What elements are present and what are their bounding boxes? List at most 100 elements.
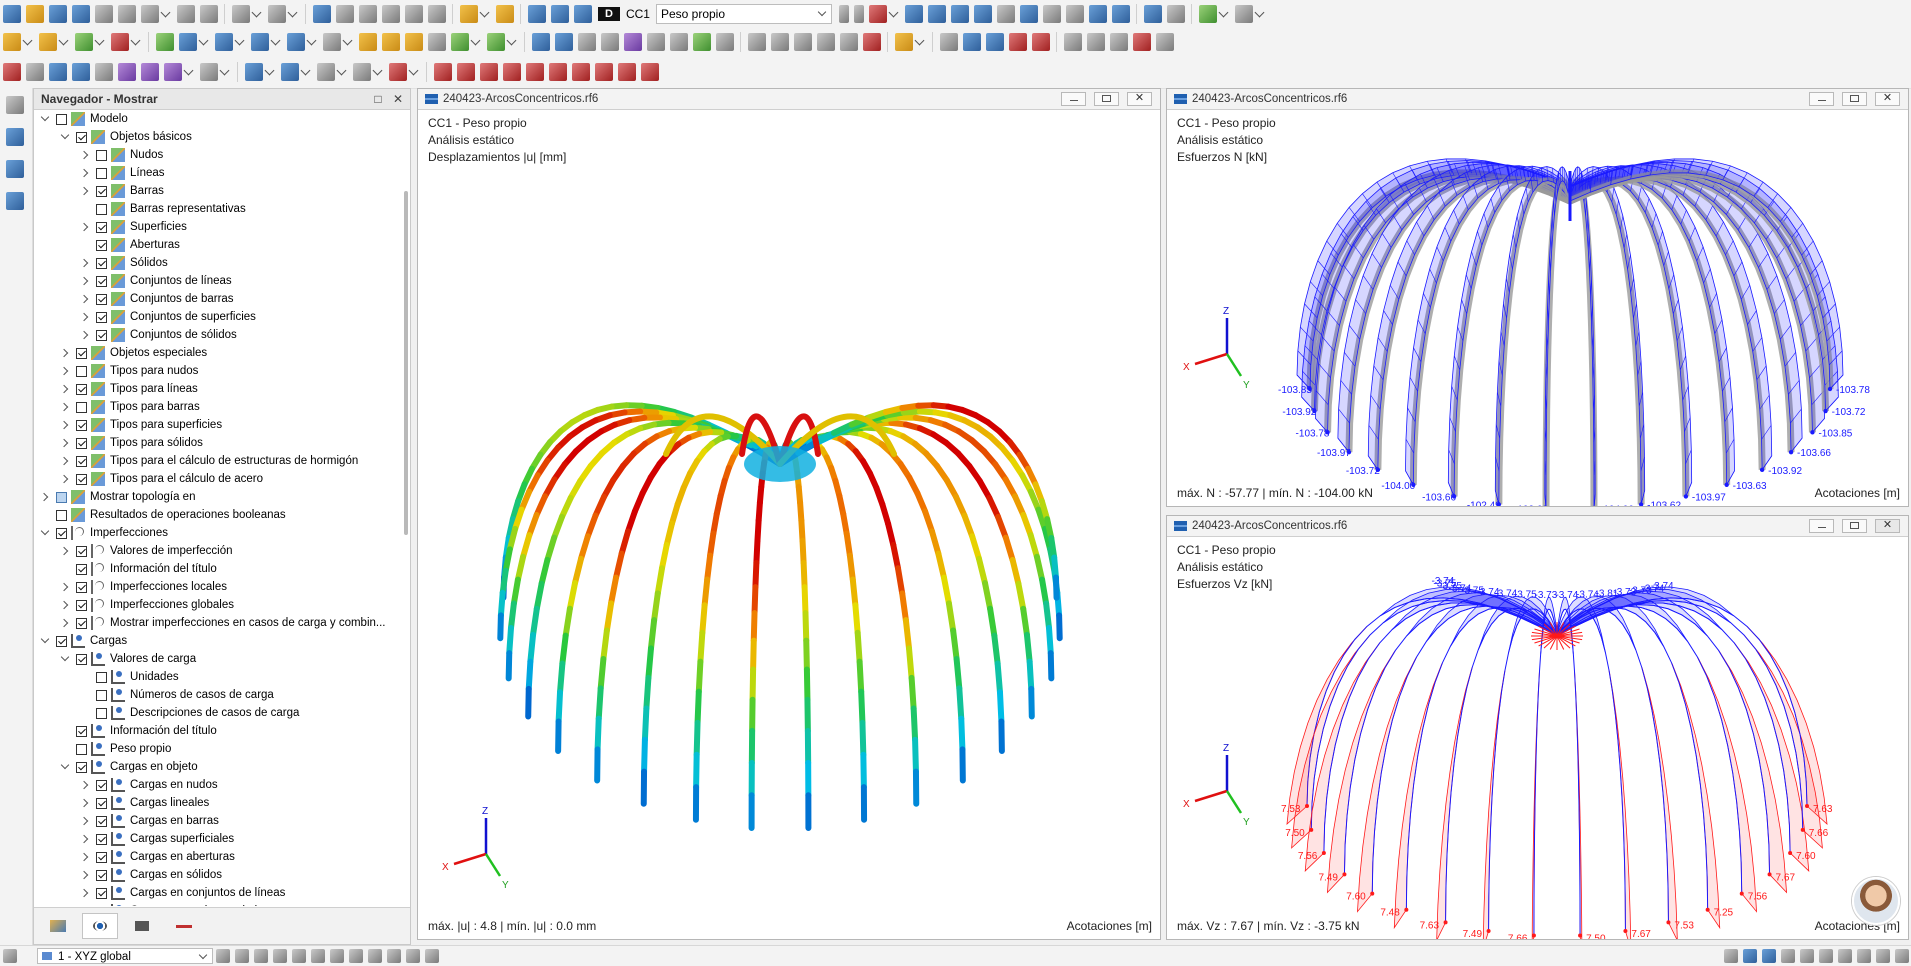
draw-line-icon[interactable] [434, 63, 452, 81]
tree-item[interactable]: Objetos básicos [34, 128, 400, 146]
visibility-checkbox[interactable] [76, 474, 87, 485]
visibility-checkbox[interactable] [96, 258, 107, 269]
results-values-icon[interactable] [974, 5, 992, 23]
star-node-icon[interactable] [3, 33, 21, 51]
tree-item[interactable]: Tipos para líneas [34, 380, 400, 398]
node-snap-dropdown-icon[interactable] [409, 65, 419, 75]
table-icon[interactable] [336, 5, 354, 23]
numbering-dropdown-icon[interactable] [337, 65, 347, 75]
chart-icon[interactable] [1199, 5, 1217, 23]
expand-icon[interactable] [80, 816, 90, 826]
tree-item[interactable]: Cargas en conjuntos de líneas [34, 884, 400, 902]
line-icon[interactable] [460, 5, 478, 23]
view-window-shear-forces[interactable]: 240423-ArcosConcentricos.rf6 7.53-3.747.… [1166, 515, 1909, 940]
visibility-checkbox[interactable] [76, 618, 87, 629]
x-axis-view-icon[interactable] [118, 63, 136, 81]
status-tool-3-icon[interactable] [254, 949, 268, 963]
show-results-icon[interactable] [951, 5, 969, 23]
visibility-checkbox[interactable] [76, 366, 87, 377]
link-icon[interactable] [1064, 33, 1082, 51]
loads-icon[interactable] [487, 33, 505, 51]
save-icon[interactable] [118, 5, 136, 23]
arc-tool-icon[interactable] [75, 33, 93, 51]
previous-load-case-icon[interactable] [839, 5, 849, 23]
opening-dropdown-icon[interactable] [307, 35, 317, 45]
arc-tool-dropdown-icon[interactable] [95, 35, 105, 45]
visibility-checkbox[interactable] [56, 528, 67, 539]
tree-item[interactable]: Cargas [34, 632, 400, 650]
tree-item[interactable]: Cargas superficiales [34, 830, 400, 848]
tree-item[interactable]: Información del título [34, 722, 400, 740]
color-scale-dropdown-icon[interactable] [915, 35, 925, 45]
print-preview-icon[interactable] [95, 5, 113, 23]
triangle-icon[interactable] [1110, 33, 1128, 51]
visibility-checkbox[interactable] [56, 636, 67, 647]
tab-results[interactable] [166, 913, 202, 939]
wave-icon[interactable] [624, 33, 642, 51]
draw-bezier-icon[interactable] [549, 63, 567, 81]
navigator-scrollbar[interactable] [404, 191, 408, 535]
console-icon[interactable] [359, 5, 377, 23]
cloud-icon[interactable] [49, 5, 67, 23]
draw-diagonal-icon[interactable] [572, 63, 590, 81]
eraser-icon[interactable] [716, 33, 734, 51]
draw-star-icon[interactable] [618, 63, 636, 81]
expand-icon[interactable] [80, 222, 90, 232]
render-icon[interactable] [245, 63, 263, 81]
star-node-dropdown-icon[interactable] [23, 35, 33, 45]
load-case-name[interactable]: Peso propio [656, 4, 832, 24]
undo-icon[interactable] [232, 5, 250, 23]
section-icon[interactable] [1043, 5, 1061, 23]
navigator-toggle-icon[interactable] [313, 5, 331, 23]
minimize-button[interactable] [1809, 519, 1834, 533]
line-dropdown-icon[interactable] [480, 7, 490, 17]
visibility-checkbox[interactable] [96, 888, 107, 899]
collapse-icon[interactable] [40, 114, 50, 124]
model-tree-icon[interactable] [528, 5, 546, 23]
minimize-button[interactable] [1061, 92, 1086, 106]
member-tool-dropdown-icon[interactable] [131, 35, 141, 45]
visibility-checkbox[interactable] [56, 492, 67, 503]
visibility-checkbox[interactable] [96, 870, 107, 881]
visibility-checkbox[interactable] [76, 654, 87, 665]
line-tool-dropdown-icon[interactable] [59, 35, 69, 45]
tree-item[interactable]: Aberturas [34, 236, 400, 254]
tab-data[interactable] [40, 913, 76, 939]
iso-view-2-icon[interactable] [72, 63, 90, 81]
status-tool-2-icon[interactable] [235, 949, 249, 963]
selection-icon[interactable] [574, 5, 592, 23]
results-display-icon[interactable] [905, 5, 923, 23]
distribute-icon[interactable] [771, 33, 789, 51]
expand-icon[interactable] [40, 492, 50, 502]
close-button[interactable] [1875, 92, 1900, 106]
visibility-checkbox[interactable] [76, 726, 87, 737]
minimize-button[interactable] [1809, 92, 1834, 106]
visibility-checkbox[interactable] [96, 312, 107, 323]
tab-views[interactable] [124, 913, 160, 939]
collapse-icon[interactable] [60, 132, 70, 142]
z-axis-view-icon[interactable] [164, 63, 182, 81]
ortho-icon[interactable] [986, 33, 1004, 51]
visibility-checkbox[interactable] [96, 672, 107, 683]
expand-icon[interactable] [60, 348, 70, 358]
print-icon[interactable] [141, 5, 159, 23]
close-icon[interactable]: ✕ [390, 92, 406, 106]
tree-item[interactable]: Barras representativas [34, 200, 400, 218]
collapse-icon[interactable] [60, 762, 70, 772]
guide-icon[interactable] [1235, 5, 1253, 23]
node-ops-icon[interactable] [382, 33, 400, 51]
expand-icon[interactable] [80, 798, 90, 808]
expand-icon[interactable] [60, 474, 70, 484]
visibility-checkbox[interactable] [76, 384, 87, 395]
tree-item[interactable]: Tipos para superficies [34, 416, 400, 434]
visibility-checkbox[interactable] [76, 762, 87, 773]
expand-icon[interactable] [80, 276, 90, 286]
visibility-checkbox[interactable] [96, 690, 107, 701]
line-tool-icon[interactable] [39, 33, 57, 51]
visibility-checkbox[interactable] [96, 708, 107, 719]
expand-icon[interactable] [60, 618, 70, 628]
tree-item[interactable]: Cargas lineales [34, 794, 400, 812]
tree-item[interactable]: Conjuntos de superficies [34, 308, 400, 326]
close-button[interactable] [1875, 519, 1900, 533]
expand-icon[interactable] [60, 600, 70, 610]
